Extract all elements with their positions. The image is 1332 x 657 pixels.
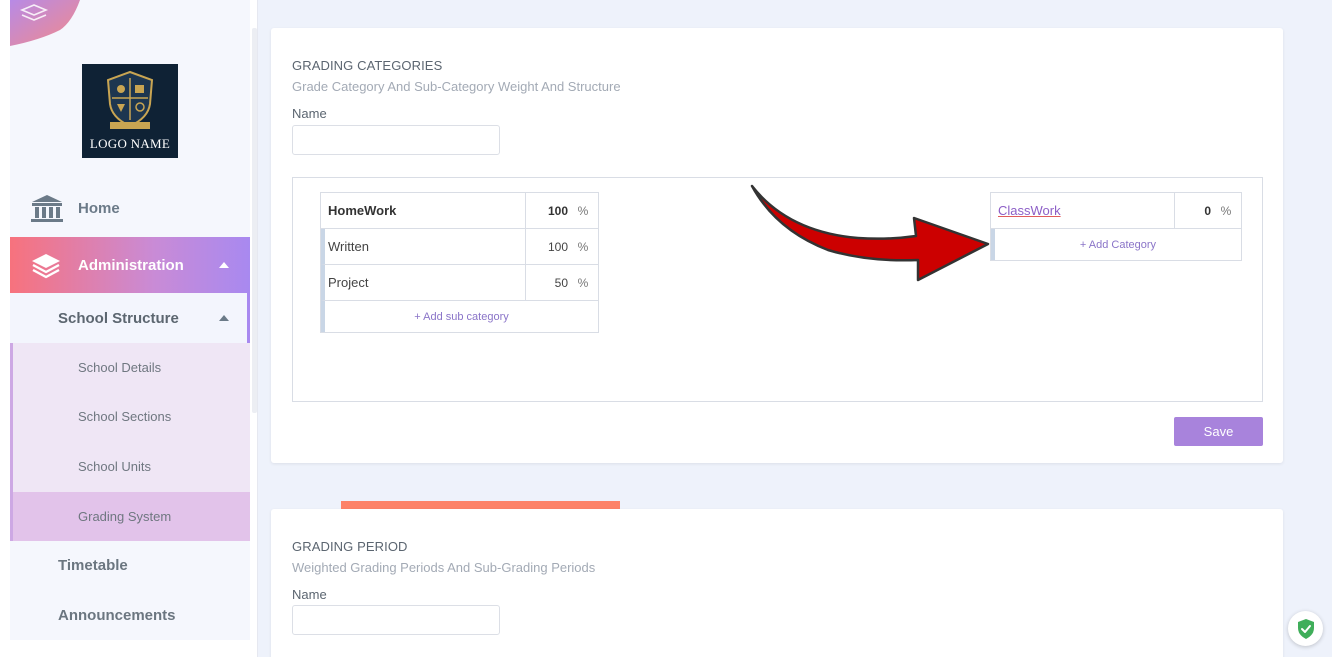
section-title: GRADING CATEGORIES xyxy=(292,58,443,73)
caret-up-icon xyxy=(219,315,229,321)
sidebar-item-school-details[interactable]: School Details xyxy=(13,343,250,392)
category-weight[interactable]: 100 xyxy=(526,204,568,218)
add-sub-category-link[interactable]: + Add sub category xyxy=(321,301,598,332)
section-subtitle: Grade Category And Sub-Category Weight A… xyxy=(292,79,621,94)
sidebar-item-announcements[interactable]: Announcements xyxy=(10,591,250,640)
sidebar-item-school-units[interactable]: School Units xyxy=(13,442,250,491)
percent-sign: % xyxy=(577,275,589,290)
section-subtitle: Weighted Grading Periods And Sub-Grading… xyxy=(292,560,596,575)
bank-icon xyxy=(31,195,63,222)
sidebar-item-administration[interactable]: Administration xyxy=(10,237,250,293)
category-name-input[interactable] xyxy=(292,125,500,155)
corner-fold-icon xyxy=(10,0,80,46)
sidebar-item-timetable[interactable]: Timetable xyxy=(10,541,250,590)
sub-category-name[interactable]: Written xyxy=(325,229,526,264)
sidebar-item-label: Grading System xyxy=(78,509,172,524)
sidebar-item-grading-system[interactable]: Grading System xyxy=(13,492,250,541)
percent-sign: % xyxy=(1220,203,1232,218)
sidebar-scrollbar[interactable] xyxy=(252,28,257,413)
sidebar-item-label: School Structure xyxy=(58,309,179,327)
shield-check-icon xyxy=(1297,618,1314,639)
category-name[interactable]: HomeWork xyxy=(321,193,526,228)
sub-category-name[interactable]: Project xyxy=(325,265,526,300)
crest-icon xyxy=(106,70,154,129)
caret-up-icon xyxy=(219,262,229,268)
category-row: ClassWork 0 % xyxy=(991,193,1241,229)
sidebar-item-label: School Details xyxy=(78,360,162,375)
sub-category-row: Project 50 % xyxy=(321,265,598,301)
sub-category-weight[interactable]: 50 xyxy=(526,276,568,290)
logo-text: LOGO NAME xyxy=(89,136,171,151)
add-category-link[interactable]: + Add Category xyxy=(991,229,1241,260)
school-structure-submenu: School Details School Sections School Un… xyxy=(10,343,250,541)
sidebar-item-label: Announcements xyxy=(58,607,176,624)
sub-category-row: Written 100 % xyxy=(321,229,598,265)
percent-sign: % xyxy=(577,239,589,254)
sidebar-item-school-sections[interactable]: School Sections xyxy=(13,392,250,441)
percent-sign: % xyxy=(577,203,589,218)
category-weight[interactable]: 0 xyxy=(1175,204,1211,218)
sidebar-item-label: Administration xyxy=(78,256,184,274)
name-label: Name xyxy=(292,587,327,602)
name-label: Name xyxy=(292,106,327,121)
category-row: HomeWork 100 % xyxy=(321,193,598,229)
sidebar-item-label: Timetable xyxy=(58,557,128,574)
save-button[interactable]: Save xyxy=(1174,417,1263,446)
layers-icon xyxy=(32,254,60,279)
category-table-classwork: ClassWork 0 % + Add Category xyxy=(990,192,1242,261)
grading-period-card: GRADING PERIOD Weighted Grading Periods … xyxy=(271,509,1283,657)
security-badge[interactable] xyxy=(1288,611,1323,646)
sidebar-item-label: School Units xyxy=(78,459,151,474)
sidebar-item-label: School Sections xyxy=(78,409,172,424)
sidebar: LOGO NAME Home Administration School Str… xyxy=(0,0,258,657)
annotation-arrow xyxy=(750,184,990,282)
category-name-cell: ClassWork xyxy=(991,193,1175,228)
sidebar-item-home[interactable]: Home xyxy=(10,183,250,233)
period-name-input[interactable] xyxy=(292,605,500,635)
category-table-homework: HomeWork 100 % Written 100 % Project 50 … xyxy=(320,192,599,333)
category-name[interactable]: ClassWork xyxy=(998,203,1061,218)
sidebar-item-school-structure[interactable]: School Structure xyxy=(10,293,250,343)
school-logo: LOGO NAME xyxy=(82,64,178,158)
sub-category-weight[interactable]: 100 xyxy=(526,240,568,254)
section-title: GRADING PERIOD xyxy=(292,539,408,554)
sidebar-item-label: Home xyxy=(78,199,120,217)
